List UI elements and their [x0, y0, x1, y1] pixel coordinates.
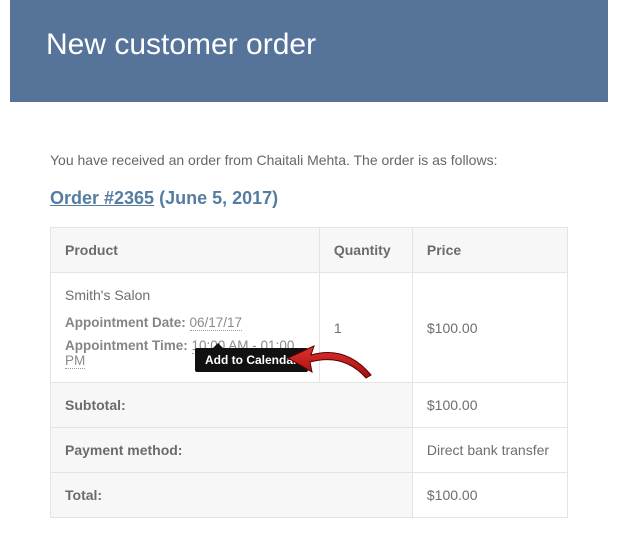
- table-row: Smith's Salon Appointment Date: 06/17/17…: [51, 273, 568, 383]
- add-to-calendar-tooltip: Add to Calendar: [195, 348, 308, 372]
- payment-row: Payment method: Direct bank transfer: [51, 428, 568, 473]
- col-product: Product: [51, 228, 320, 273]
- table-header-row: Product Quantity Price: [51, 228, 568, 273]
- total-value: $100.00: [412, 473, 567, 518]
- email-header: New customer order: [10, 0, 608, 102]
- order-link[interactable]: Order #2365: [50, 188, 154, 208]
- item-price: $100.00: [412, 273, 567, 383]
- subtotal-label: Subtotal:: [51, 383, 413, 428]
- order-heading: Order #2365 (June 5, 2017): [50, 188, 568, 209]
- product-name: Smith's Salon: [65, 287, 305, 303]
- payment-value: Direct bank transfer: [412, 428, 567, 473]
- tooltip-text: Add to Calendar: [205, 353, 298, 367]
- subtotal-value: $100.00: [412, 383, 567, 428]
- order-date: (June 5, 2017): [159, 188, 278, 208]
- col-price: Price: [412, 228, 567, 273]
- email-body: You have received an order from Chaitali…: [10, 102, 608, 518]
- intro-text: You have received an order from Chaitali…: [50, 152, 568, 168]
- payment-label: Payment method:: [51, 428, 413, 473]
- appt-date-value[interactable]: 06/17/17: [190, 315, 243, 331]
- subtotal-row: Subtotal: $100.00: [51, 383, 568, 428]
- item-quantity: 1: [319, 273, 412, 383]
- appointment-date: Appointment Date: 06/17/17: [65, 315, 305, 330]
- total-row: Total: $100.00: [51, 473, 568, 518]
- col-quantity: Quantity: [319, 228, 412, 273]
- appt-date-label: Appointment Date:: [65, 315, 186, 330]
- order-table: Product Quantity Price Smith's Salon App…: [50, 227, 568, 518]
- total-label: Total:: [51, 473, 413, 518]
- appt-time-label: Appointment Time:: [65, 338, 188, 353]
- page-title: New customer order: [46, 28, 572, 62]
